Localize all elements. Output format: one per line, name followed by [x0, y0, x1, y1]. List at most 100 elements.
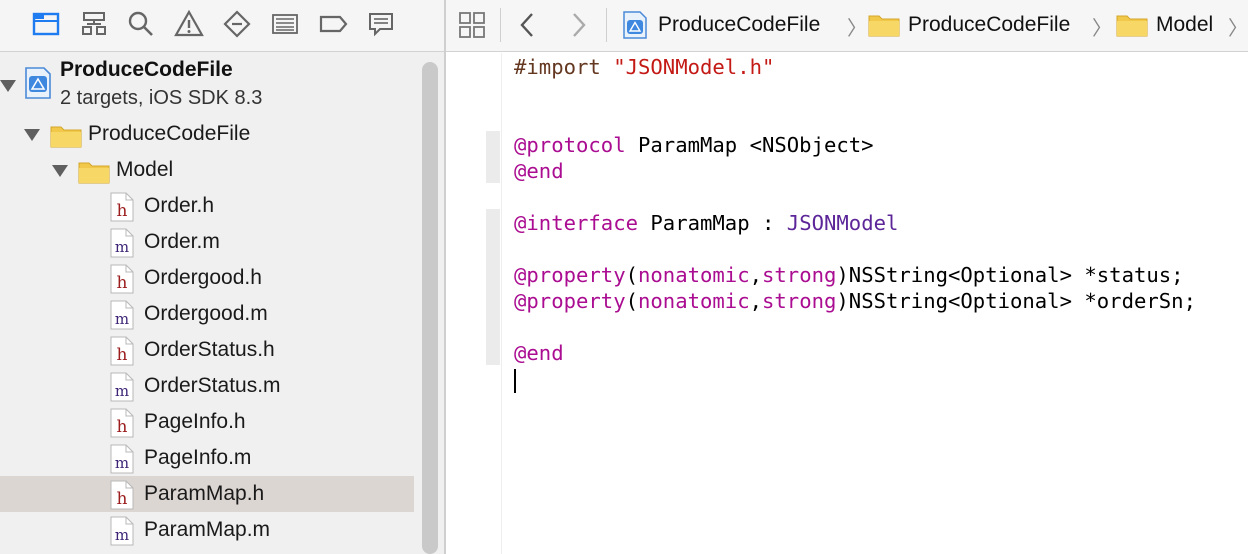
breadcrumb-label: ProduceCodeFile: [658, 13, 821, 36]
header-file-icon: h: [110, 480, 134, 510]
svg-text:h: h: [117, 345, 128, 365]
navigator-scrollbar[interactable]: [422, 62, 438, 554]
xcode-project-icon: [623, 11, 647, 39]
back-arrow-icon[interactable]: [518, 10, 536, 40]
code-line: #import "JSONModel.h": [514, 54, 774, 80]
keyword-token: nonatomic: [638, 289, 750, 313]
implementation-file-icon: m: [110, 372, 134, 402]
disclosure-triangle[interactable]: [52, 165, 68, 177]
svg-text:m: m: [115, 382, 129, 400]
folder-icon: [1116, 15, 1148, 37]
issue-navigator-icon[interactable]: [173, 8, 205, 40]
keyword-token: @end: [514, 341, 564, 365]
test-navigator-icon[interactable]: [221, 8, 253, 40]
code-line: @protocol ParamMap <NSObject>: [514, 132, 874, 158]
preprocessor-token: #import: [514, 55, 601, 79]
keyword-token: @property: [514, 263, 626, 287]
navigator-file-row[interactable]: m ParamMap.m: [0, 512, 414, 548]
keyword-token: nonatomic: [638, 263, 750, 287]
symbol-navigator-icon[interactable]: [78, 8, 110, 40]
disclosure-triangle[interactable]: [24, 129, 40, 141]
header-file-icon: h: [110, 336, 134, 366]
report-navigator-icon[interactable]: [365, 8, 397, 40]
project-navigator-icon[interactable]: [30, 8, 62, 40]
svg-text:h: h: [117, 417, 128, 437]
project-subtitle: 2 targets, iOS SDK 8.3: [60, 87, 263, 109]
editor-gutter[interactable]: [446, 53, 502, 554]
implementation-file-icon: m: [110, 444, 134, 474]
navigator-file-row[interactable]: m OrderStatus.m: [0, 368, 414, 404]
code-fold-ribbon[interactable]: [486, 131, 500, 183]
svg-text:m: m: [115, 310, 129, 328]
keyword-token: @end: [514, 159, 564, 183]
file-label: OrderStatus.m: [144, 374, 281, 397]
code-text: ,: [749, 263, 762, 287]
breadcrumb-label: Model: [1156, 13, 1214, 36]
svg-text:h: h: [117, 489, 128, 509]
navigator-file-row[interactable]: m Order.m: [0, 224, 414, 260]
source-editor: ProduceCodeFile 〉 ProduceCodeFile 〉 Mode…: [446, 0, 1248, 554]
file-label: OrderStatus.h: [144, 338, 275, 361]
breadcrumb-label: ProduceCodeFile: [908, 13, 1071, 36]
find-navigator-icon[interactable]: [125, 8, 157, 40]
keyword-token: strong: [762, 263, 837, 287]
code-text: ,: [749, 289, 762, 313]
code-text: )NSString<Optional> *orderSn;: [836, 289, 1196, 313]
code-line: @interface ParamMap : JSONModel: [514, 210, 898, 236]
code-text: )NSString<Optional> *status;: [836, 263, 1184, 287]
keyword-token: @interface: [514, 211, 638, 235]
code-line: @end: [514, 158, 564, 184]
file-label: Order.m: [144, 230, 220, 253]
project-name[interactable]: ProduceCodeFile: [60, 58, 233, 82]
navigator-file-row[interactable]: h Order.h: [0, 188, 414, 224]
jumpbar-separator: [606, 8, 607, 42]
breadcrumb-chevron-icon: 〉: [847, 18, 867, 40]
group-label: ProduceCodeFile: [88, 122, 251, 145]
code-text: (: [625, 289, 638, 313]
forward-arrow-icon[interactable]: [570, 10, 588, 40]
implementation-file-icon: m: [110, 300, 134, 330]
svg-text:h: h: [117, 273, 128, 293]
folder-icon: [50, 126, 82, 148]
related-items-icon[interactable]: [458, 10, 486, 40]
breakpoint-navigator-icon[interactable]: [317, 8, 349, 40]
svg-text:m: m: [115, 238, 129, 256]
keyword-token: @property: [514, 289, 626, 313]
code-fold-ribbon[interactable]: [486, 209, 500, 365]
navigator-file-row[interactable]: h PageInfo.h: [0, 404, 414, 440]
file-label: ParamMap.h: [144, 482, 265, 505]
code-text-area[interactable]: #import "JSONModel.h" @protocol ParamMap…: [514, 53, 1248, 554]
code-text: (: [625, 263, 638, 287]
header-file-icon: h: [110, 264, 134, 294]
project-disclosure-triangle[interactable]: [0, 80, 16, 92]
jumpbar-separator: [500, 8, 501, 42]
keyword-token: @protocol: [514, 133, 626, 157]
keyword-token: strong: [762, 289, 837, 313]
breadcrumb-folder[interactable]: Model: [1116, 10, 1213, 40]
navigator-file-row[interactable]: m PageInfo.m: [0, 440, 414, 476]
code-line: @property(nonatomic,strong)NSString<Opti…: [514, 262, 1184, 288]
folder-icon: [78, 162, 110, 184]
navigator-file-row[interactable]: m Ordergood.m: [0, 296, 414, 332]
navigator-file-row[interactable]: h OrderStatus.h: [0, 332, 414, 368]
breadcrumb-group[interactable]: ProduceCodeFile: [868, 10, 1070, 40]
debug-navigator-icon[interactable]: [269, 8, 301, 40]
breadcrumb-chevron-icon: 〉: [1228, 18, 1248, 40]
xcode-project-icon: [25, 67, 51, 99]
svg-text:m: m: [115, 454, 129, 472]
code-line: @property(nonatomic,strong)NSString<Opti…: [514, 288, 1196, 314]
navigator-file-row[interactable]: h ParamMap.h: [0, 476, 414, 512]
navigator-toolbar: [0, 0, 445, 52]
breadcrumb-chevron-icon: 〉: [1092, 18, 1112, 40]
navigator-group-row[interactable]: ProduceCodeFile: [0, 116, 414, 152]
header-file-icon: h: [110, 192, 134, 222]
file-label: ParamMap.m: [144, 518, 271, 541]
svg-text:m: m: [115, 526, 129, 544]
group-label: Model: [116, 158, 174, 181]
navigator-file-row[interactable]: h Ordergood.h: [0, 260, 414, 296]
header-file-icon: h: [110, 408, 134, 438]
svg-text:h: h: [117, 201, 128, 221]
breadcrumb-project[interactable]: ProduceCodeFile: [622, 10, 820, 40]
jump-bar: ProduceCodeFile 〉 ProduceCodeFile 〉 Mode…: [446, 0, 1248, 52]
navigator-group-row[interactable]: Model: [0, 152, 414, 188]
